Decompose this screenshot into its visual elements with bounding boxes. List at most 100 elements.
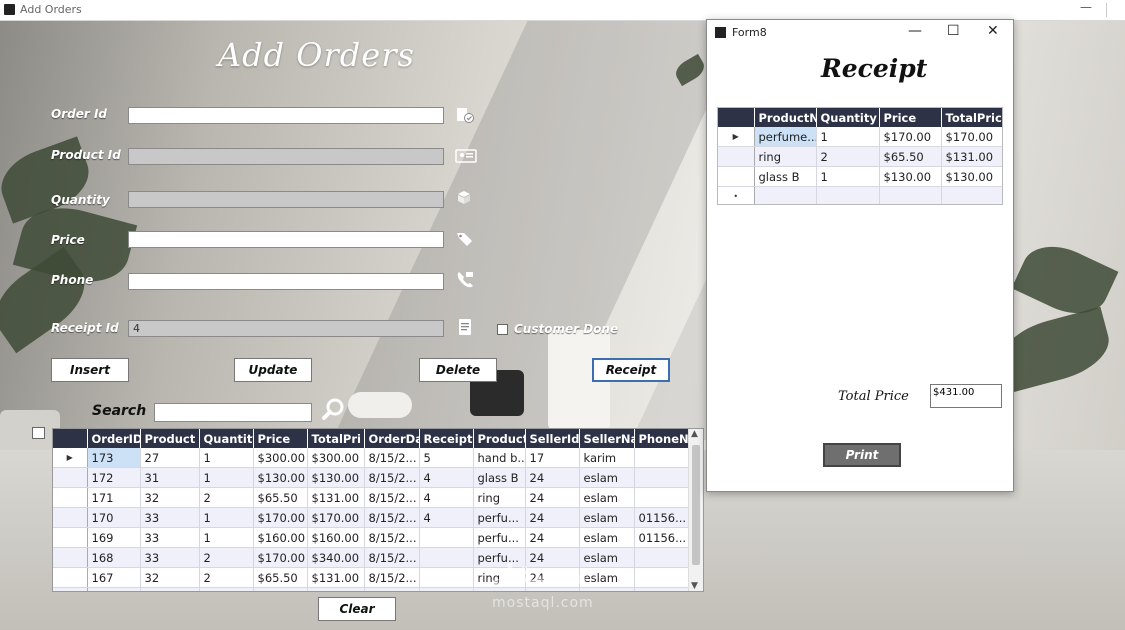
table-cell[interactable]: [754, 186, 817, 204]
table-row[interactable]: 166331$65.50$65.508/15/2...ring24eslam: [53, 587, 690, 591]
orders-col-header[interactable]: ReceiptI: [419, 429, 474, 448]
table-cell[interactable]: 27: [140, 448, 200, 468]
table-cell[interactable]: $340.00: [307, 547, 365, 568]
table-cell[interactable]: $130.00: [307, 467, 365, 488]
total-price-field[interactable]: $431.00: [930, 384, 1002, 408]
table-row[interactable]: 170 33 1 $170.00 $170.00 8/15/2... 4 perfu... 24…: [53, 507, 690, 528]
table-cell[interactable]: 32: [140, 567, 200, 588]
table-cell[interactable]: $130.00: [941, 166, 1002, 187]
table-cell[interactable]: 2: [199, 547, 254, 568]
table-row[interactable]: ▶ 173 27 1 $300.00 $300.00 8/15/2... 5 hand b...…: [53, 448, 690, 468]
table-cell[interactable]: $131.00: [941, 146, 1002, 167]
table-cell[interactable]: 170: [87, 507, 141, 528]
receipt-col-header[interactable]: ProductN: [754, 108, 817, 127]
table-cell[interactable]: [419, 527, 474, 548]
receipt-grid[interactable]: ProductNQuantityPriceTotalPrice ▶ perfume…: [717, 107, 1003, 205]
table-cell[interactable]: $130.00: [253, 467, 308, 488]
row-header[interactable]: [53, 567, 88, 588]
table-cell[interactable]: 1: [816, 166, 880, 187]
table-cell[interactable]: 24: [525, 527, 580, 548]
row-header[interactable]: ▶: [718, 127, 755, 147]
row-header[interactable]: [53, 527, 88, 548]
table-cell[interactable]: 168: [87, 547, 141, 568]
price-input[interactable]: [128, 231, 444, 248]
row-header[interactable]: [718, 166, 755, 187]
orders-col-header[interactable]: Product: [140, 429, 200, 448]
search-icon[interactable]: [320, 397, 346, 423]
orders-grid[interactable]: OrderIDProductQuantityPriceTotalPriOrder…: [52, 428, 704, 592]
table-cell[interactable]: [419, 567, 474, 588]
orders-col-header[interactable]: Quantity: [199, 429, 254, 448]
table-cell[interactable]: 33: [140, 507, 200, 528]
row-header[interactable]: [718, 146, 755, 167]
table-cell[interactable]: 24: [525, 507, 580, 528]
table-cell[interactable]: 4: [419, 507, 474, 528]
table-cell[interactable]: 166: [87, 587, 141, 591]
table-cell[interactable]: 33: [140, 587, 200, 591]
table-cell[interactable]: 01156...: [634, 507, 690, 528]
table-row[interactable]: 171 32 2 $65.50 $131.00 8/15/2... 4 ring 24 eslam: [53, 487, 690, 508]
order-id-input[interactable]: [128, 107, 444, 124]
table-row[interactable]: 167 32 2 $65.50 $131.00 8/15/2... ring 24 eslam: [53, 567, 690, 588]
table-cell[interactable]: 1: [816, 127, 880, 147]
table-cell[interactable]: [634, 467, 690, 488]
table-cell[interactable]: perfume...: [754, 127, 817, 147]
table-cell[interactable]: ring: [754, 146, 817, 167]
receipt-close-button[interactable]: ✕: [987, 23, 999, 39]
receipt-button[interactable]: Receipt: [592, 358, 670, 382]
table-cell[interactable]: $65.50: [307, 587, 365, 591]
table-cell[interactable]: 17: [525, 448, 580, 468]
table-cell[interactable]: 171: [87, 487, 141, 508]
table-cell[interactable]: [634, 587, 690, 591]
table-cell[interactable]: $160.00: [253, 527, 308, 548]
table-cell[interactable]: $170.00: [941, 127, 1002, 147]
table-cell[interactable]: $170.00: [253, 507, 308, 528]
insert-button[interactable]: Insert: [51, 358, 129, 382]
table-cell[interactable]: eslam: [579, 547, 635, 568]
table-cell[interactable]: 32: [140, 487, 200, 508]
table-cell[interactable]: [634, 448, 690, 468]
table-cell[interactable]: 1: [199, 587, 254, 591]
row-header[interactable]: ▶: [53, 448, 88, 468]
receipt-col-header[interactable]: TotalPrice: [941, 108, 1002, 127]
orders-col-header[interactable]: SellerId: [525, 429, 580, 448]
receipt-col-header[interactable]: Quantity: [816, 108, 880, 127]
update-button[interactable]: Update: [234, 358, 312, 382]
table-cell[interactable]: eslam: [579, 467, 635, 488]
table-cell[interactable]: [634, 567, 690, 588]
orders-col-header[interactable]: SellerNa: [579, 429, 635, 448]
table-cell[interactable]: glass B: [473, 467, 526, 488]
table-cell[interactable]: 1: [199, 467, 254, 488]
orders-col-header[interactable]: OrderID: [87, 429, 141, 448]
table-cell[interactable]: [419, 587, 474, 591]
table-cell[interactable]: 169: [87, 527, 141, 548]
table-cell[interactable]: [634, 547, 690, 568]
table-cell[interactable]: [634, 487, 690, 508]
table-cell[interactable]: $65.50: [879, 146, 942, 167]
phone-input[interactable]: [128, 273, 444, 290]
table-cell[interactable]: eslam: [579, 587, 635, 591]
table-cell[interactable]: $131.00: [307, 487, 365, 508]
table-cell[interactable]: $170.00: [253, 547, 308, 568]
row-header[interactable]: [53, 547, 88, 568]
table-cell[interactable]: 8/15/2...: [364, 587, 420, 591]
receipt-col-header[interactable]: Price: [879, 108, 942, 127]
table-cell[interactable]: 24: [525, 467, 580, 488]
table-cell[interactable]: 173: [87, 448, 141, 468]
table-cell[interactable]: eslam: [579, 507, 635, 528]
table-row[interactable]: 169 33 1 $160.00 $160.00 8/15/2... perfu... 24 e…: [53, 527, 690, 548]
table-cell[interactable]: 167: [87, 567, 141, 588]
table-cell[interactable]: 8/15/2...: [364, 547, 420, 568]
table-cell[interactable]: 8/15/2...: [364, 507, 420, 528]
delete-button[interactable]: Delete: [419, 358, 497, 382]
table-cell[interactable]: ring: [473, 487, 526, 508]
table-cell[interactable]: $65.50: [253, 567, 308, 588]
table-cell[interactable]: 4: [419, 467, 474, 488]
table-cell[interactable]: 2: [816, 146, 880, 167]
receipt-maximize-button[interactable]: ☐: [947, 23, 960, 39]
customer-done-checkbox[interactable]: [497, 324, 508, 335]
table-cell[interactable]: [419, 547, 474, 568]
table-cell[interactable]: eslam: [579, 487, 635, 508]
receipt-id-input[interactable]: 4: [128, 320, 444, 337]
table-cell[interactable]: hand b...: [473, 448, 526, 468]
